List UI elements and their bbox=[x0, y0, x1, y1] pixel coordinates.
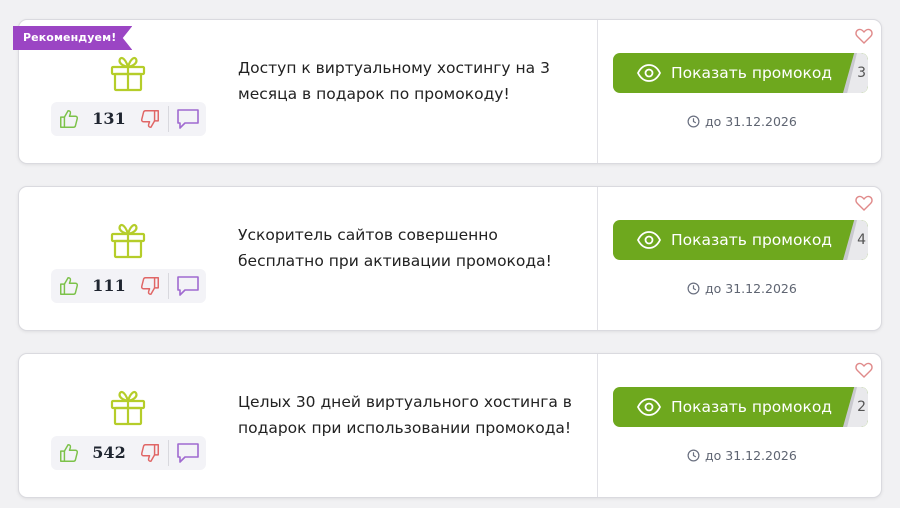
thumbs-down-icon[interactable] bbox=[139, 442, 161, 464]
gift-icon bbox=[110, 56, 146, 92]
vote-panel: 131 bbox=[51, 102, 206, 136]
show-promo-label: Показать промокод bbox=[671, 398, 833, 416]
show-promo-button[interactable]: Показать промокод 2 bbox=[613, 387, 868, 427]
coupon-list: Рекомендуем! 131 Доступ к виртуальному х… bbox=[0, 0, 900, 508]
gift-icon bbox=[110, 223, 146, 259]
thumbs-down-icon[interactable] bbox=[139, 275, 161, 297]
clock-icon bbox=[687, 282, 700, 295]
recommended-badge: Рекомендуем! bbox=[13, 26, 133, 50]
expiry-text: до 31.12.2026 bbox=[705, 114, 797, 129]
coupon-description: Доступ к виртуальному хостингу на 3 меся… bbox=[238, 59, 550, 103]
code-peek: 4 bbox=[857, 232, 866, 248]
heart-icon[interactable] bbox=[855, 28, 873, 44]
expiry-date: до 31.12.2026 bbox=[687, 448, 797, 463]
coupon-card: Рекомендуем! 131 Доступ к виртуальному х… bbox=[13, 19, 882, 164]
code-peek: 3 bbox=[857, 65, 866, 81]
eye-icon bbox=[637, 231, 661, 249]
thumbs-down-icon[interactable] bbox=[139, 108, 161, 130]
code-peek: 2 bbox=[857, 399, 866, 415]
vote-count: 131 bbox=[92, 109, 126, 128]
thumbs-up-icon[interactable] bbox=[58, 442, 80, 464]
coupon-description: Ускоритель сайтов совершенно бесплатно п… bbox=[238, 226, 552, 270]
expiry-date: до 31.12.2026 bbox=[687, 281, 797, 296]
expiry-date: до 31.12.2026 bbox=[687, 114, 797, 129]
eye-icon bbox=[637, 64, 661, 82]
show-promo-label: Показать промокод bbox=[671, 231, 833, 249]
vote-count: 542 bbox=[92, 443, 126, 462]
heart-icon[interactable] bbox=[855, 195, 873, 211]
vote-panel: 111 bbox=[51, 269, 206, 303]
coupon-card: 542 Целых 30 дней виртуального хостинга … bbox=[18, 353, 882, 498]
coupon-card: 111 Ускоритель сайтов совершенно бесплат… bbox=[18, 186, 882, 331]
thumbs-up-icon[interactable] bbox=[58, 275, 80, 297]
vote-separator bbox=[168, 273, 169, 299]
card-divider bbox=[597, 20, 598, 163]
card-divider bbox=[597, 187, 598, 330]
clock-icon bbox=[687, 449, 700, 462]
comment-icon[interactable] bbox=[176, 275, 200, 297]
thumbs-up-icon[interactable] bbox=[58, 108, 80, 130]
gift-icon bbox=[110, 390, 146, 426]
eye-icon bbox=[637, 398, 661, 416]
show-promo-label: Показать промокод bbox=[671, 64, 833, 82]
comment-icon[interactable] bbox=[176, 108, 200, 130]
comment-icon[interactable] bbox=[176, 442, 200, 464]
vote-separator bbox=[168, 106, 169, 132]
heart-icon[interactable] bbox=[855, 362, 873, 378]
show-promo-button[interactable]: Показать промокод 3 bbox=[613, 53, 868, 93]
clock-icon bbox=[687, 115, 700, 128]
coupon-description: Целых 30 дней виртуального хостинга в по… bbox=[238, 393, 572, 437]
expiry-text: до 31.12.2026 bbox=[705, 448, 797, 463]
vote-count: 111 bbox=[92, 276, 126, 295]
vote-panel: 542 bbox=[51, 436, 206, 470]
card-divider bbox=[597, 354, 598, 497]
expiry-text: до 31.12.2026 bbox=[705, 281, 797, 296]
show-promo-button[interactable]: Показать промокод 4 bbox=[613, 220, 868, 260]
vote-separator bbox=[168, 440, 169, 466]
